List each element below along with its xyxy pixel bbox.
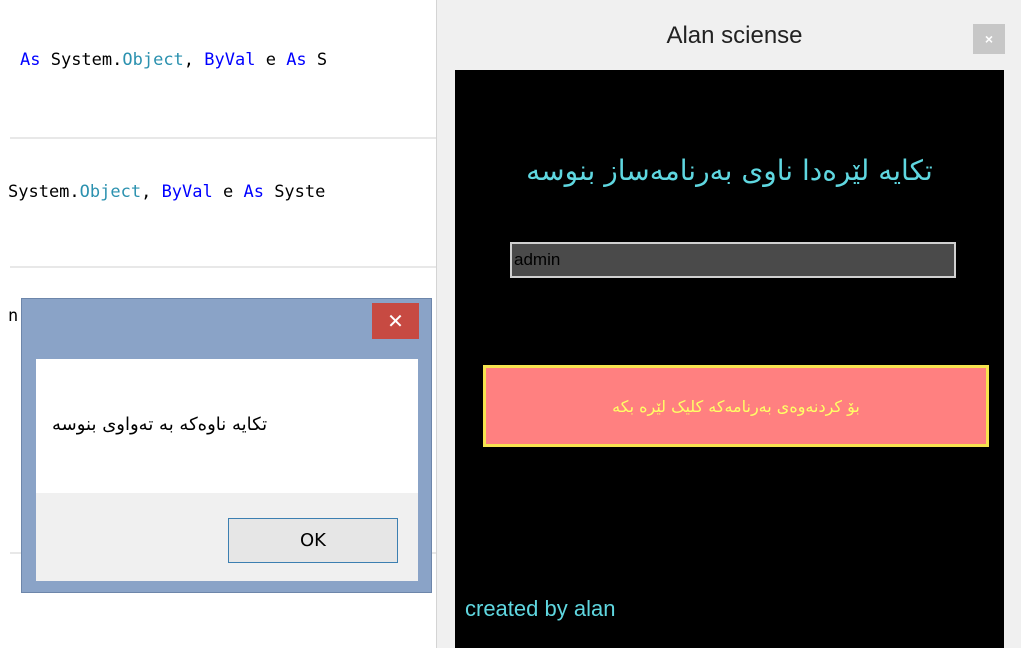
form-body: تکایە لێرەدا ناوی بەرنامەساز بنوسە بۆ کر…	[455, 70, 1004, 648]
type-name: Object	[122, 50, 184, 70]
code-text: ,	[183, 50, 205, 70]
keyword: ByVal	[161, 182, 213, 202]
message-box-body: تکایە ناوەکە بە تەواوی بنوسە OK	[36, 359, 418, 581]
message-text: تکایە ناوەکە بە تەواوی بنوسە	[52, 414, 268, 435]
credit-label: created by alan	[465, 596, 616, 621]
method-separator	[10, 266, 440, 268]
name-prompt-label: تکایە لێرەدا ناوی بەرنامەساز بنوسە	[526, 154, 933, 187]
code-text: System.	[40, 50, 123, 70]
code-line: System.Object, ByVal e As Syste	[8, 182, 325, 202]
code-text: ,	[141, 182, 162, 202]
message-box-dialog: ✕ تکایە ناوەکە بە تەواوی بنوسە OK	[21, 298, 432, 593]
close-button[interactable]: ✕	[372, 303, 419, 339]
keyword: As	[243, 182, 264, 202]
type-name: Object	[79, 182, 142, 202]
code-line: As System.Object, ByVal e As S	[20, 50, 327, 70]
method-separator	[10, 137, 440, 139]
code-text: n	[8, 306, 19, 326]
name-input[interactable]	[510, 242, 956, 278]
ok-button[interactable]: OK	[228, 518, 398, 563]
keyword: As	[286, 50, 307, 70]
app-window: Alan sciense × تکایە لێرەدا ناوی بەرنامە…	[436, 0, 1021, 648]
code-text: S	[306, 50, 328, 70]
code-line: n	[8, 306, 18, 326]
close-icon: ✕	[387, 309, 404, 333]
code-text: e	[255, 50, 287, 70]
code-text: Syste	[263, 182, 326, 202]
open-program-button[interactable]: بۆ کردنەوەی بەرنامەکە کلیک لێرە بکە	[483, 365, 989, 447]
code-text: e	[212, 182, 244, 202]
close-icon: ×	[984, 31, 994, 47]
keyword: ByVal	[204, 50, 256, 70]
message-box-footer: OK	[36, 493, 418, 581]
keyword: As	[20, 50, 41, 70]
code-text: System.	[8, 182, 80, 202]
window-title: Alan sciense	[666, 22, 803, 49]
window-close-button[interactable]: ×	[973, 24, 1005, 54]
